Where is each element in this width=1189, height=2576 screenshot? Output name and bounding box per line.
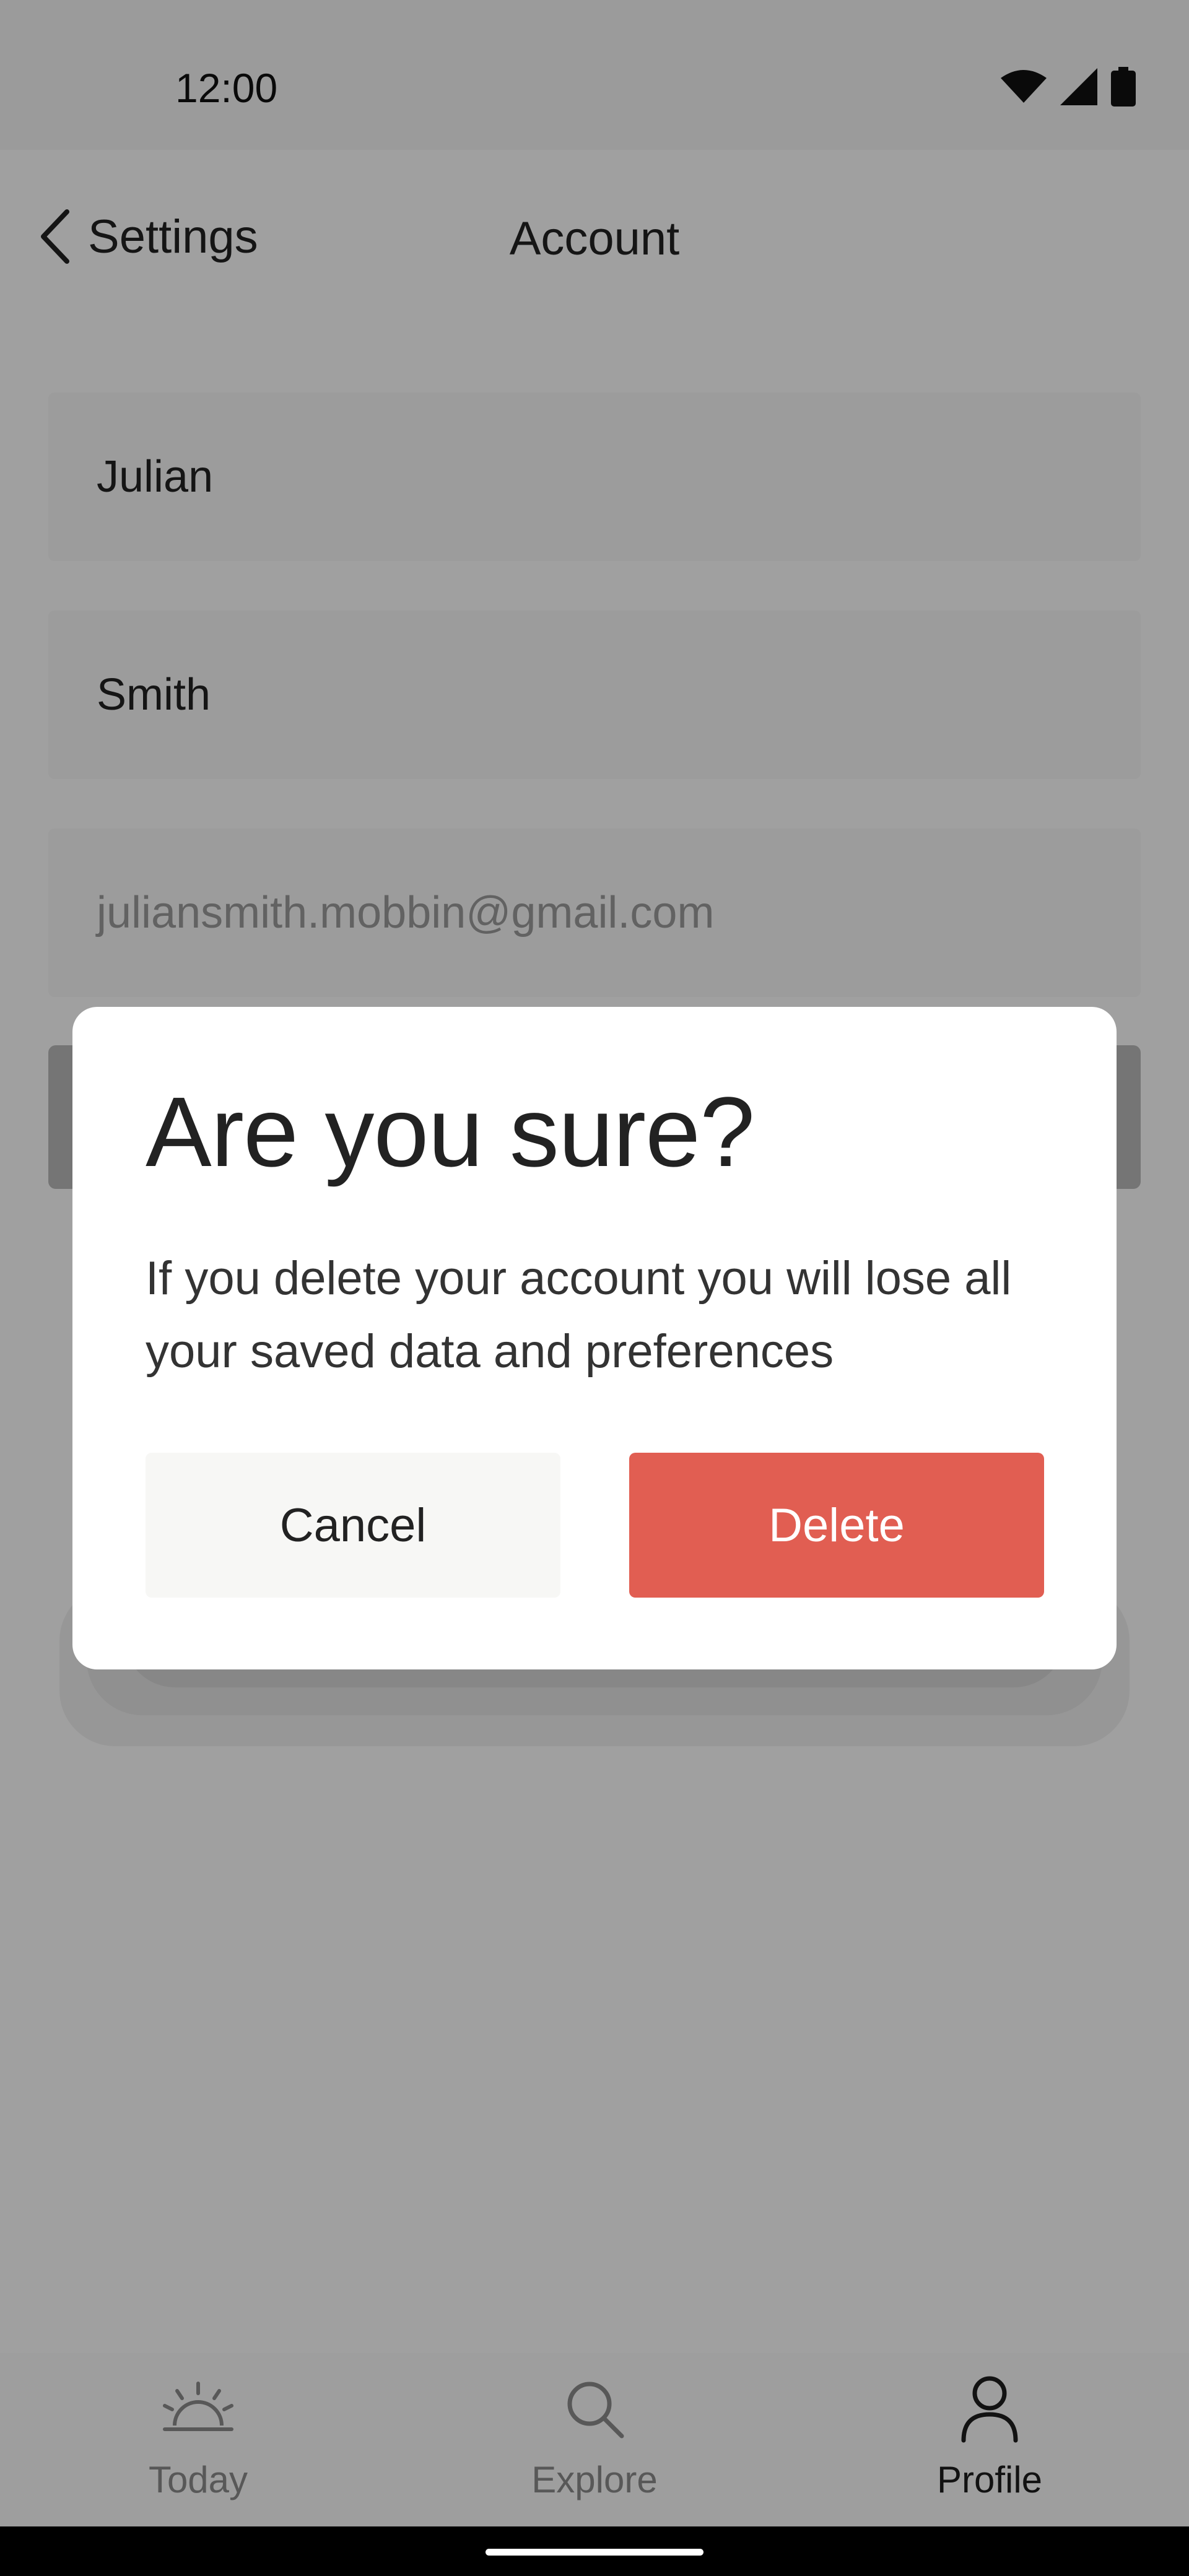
dialog-title: Are you sure? [146, 1076, 755, 1187]
home-indicator[interactable] [486, 2549, 703, 2556]
delete-button[interactable]: Delete [629, 1453, 1044, 1598]
cancel-button[interactable]: Cancel [146, 1453, 560, 1598]
delete-account-dialog: Are you sure? If you delete your account… [72, 1007, 1117, 1669]
dialog-message: If you delete your account you will lose… [146, 1252, 1012, 1378]
account-screen: 12:00 Settings Account Julian Smith juli… [0, 0, 1189, 2576]
